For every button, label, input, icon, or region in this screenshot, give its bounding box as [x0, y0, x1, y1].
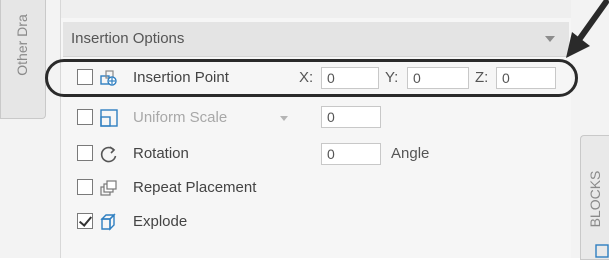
other-drawings-tab-label: Other Dra: [14, 14, 30, 76]
repeat-placement-icon: [100, 180, 117, 196]
blocks-tab[interactable]: BLOCKS: [580, 135, 609, 260]
scale-input[interactable]: 0: [321, 106, 381, 128]
rotation-label: Rotation: [133, 145, 189, 162]
explode-checkbox[interactable]: [77, 213, 93, 229]
scale-row: Uniform Scale 0: [77, 106, 557, 130]
rotation-row: Rotation 0 Angle: [77, 142, 557, 166]
scale-dropdown-chevron-icon[interactable]: [280, 116, 288, 121]
scale-icon: [100, 109, 118, 127]
scale-checkbox[interactable]: [77, 109, 93, 125]
other-drawings-tab[interactable]: Other Dra: [0, 0, 46, 119]
explode-row: Explode: [77, 210, 557, 234]
blocks-tab-label: BLOCKS: [587, 170, 603, 228]
blocks-palette-panel: Insertion Options Insertion Point X: 0 Y…: [60, 0, 572, 258]
repeat-placement-checkbox[interactable]: [77, 179, 93, 195]
panel-top-area: [61, 0, 571, 18]
section-title: Insertion Options: [71, 30, 185, 47]
angle-label: Angle: [391, 145, 430, 162]
scale-dropdown[interactable]: Uniform Scale: [133, 109, 227, 126]
annotation-arrow-icon: [566, 0, 609, 58]
highlight-oval: [45, 59, 578, 97]
explode-label: Explode: [133, 213, 188, 230]
insertion-options-header[interactable]: Insertion Options: [63, 22, 569, 57]
repeat-placement-label: Repeat Placement: [133, 179, 257, 196]
left-tab-strip: Other Dra: [0, 0, 60, 258]
rotation-angle-input[interactable]: 0: [321, 143, 381, 165]
collapse-caret-icon[interactable]: [545, 36, 555, 42]
blocks-tab-icon: [595, 244, 609, 258]
repeat-placement-row: Repeat Placement: [77, 176, 557, 200]
explode-icon: [100, 213, 116, 231]
rotation-checkbox[interactable]: [77, 145, 93, 161]
rotation-icon: [100, 146, 117, 163]
